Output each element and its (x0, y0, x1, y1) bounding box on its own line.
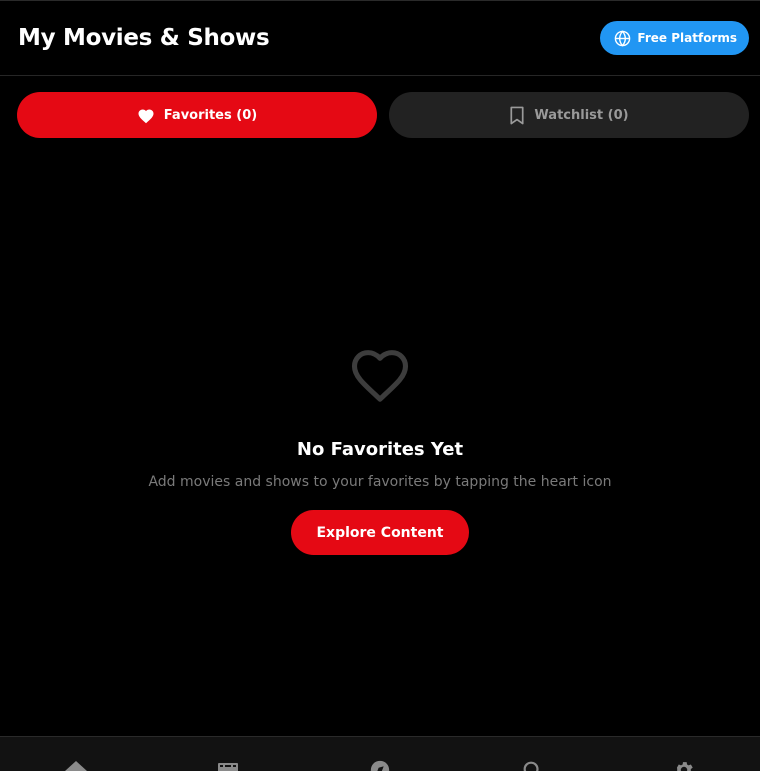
home-icon (64, 759, 88, 771)
page-title: My Movies & Shows (18, 25, 270, 51)
tab-favorites-label: Favorites (0) (163, 107, 258, 123)
heart-icon (137, 107, 155, 124)
app-root: My Movies & Shows Free Platforms Favorit… (0, 0, 760, 771)
free-platforms-label: Free Platforms (637, 31, 737, 45)
bookmark-icon (509, 106, 525, 125)
nav-settings[interactable] (654, 737, 714, 771)
bottom-navigation (0, 736, 760, 771)
gear-icon (673, 759, 695, 771)
film-icon (216, 759, 240, 771)
header: My Movies & Shows Free Platforms (0, 1, 760, 76)
nav-home[interactable] (46, 737, 106, 771)
heart-outline-icon (346, 341, 414, 409)
search-icon (521, 759, 543, 771)
nav-explore[interactable] (350, 737, 410, 771)
nav-movies[interactable] (198, 737, 258, 771)
empty-state-subtitle: Add movies and shows to your favorites b… (148, 474, 612, 490)
tab-bar: Favorites (0) Watchlist (0) (0, 76, 760, 138)
explore-content-button[interactable]: Explore Content (291, 510, 469, 555)
tab-watchlist[interactable]: Watchlist (0) (389, 92, 749, 138)
empty-state-title: No Favorites Yet (296, 439, 464, 460)
globe-icon (614, 29, 631, 47)
empty-state: No Favorites Yet Add movies and shows to… (0, 341, 760, 555)
tab-watchlist-label: Watchlist (0) (534, 107, 629, 123)
nav-search[interactable] (502, 737, 562, 771)
compass-icon (369, 759, 391, 771)
tab-favorites[interactable]: Favorites (0) (17, 92, 377, 138)
free-platforms-button[interactable]: Free Platforms (600, 21, 749, 55)
